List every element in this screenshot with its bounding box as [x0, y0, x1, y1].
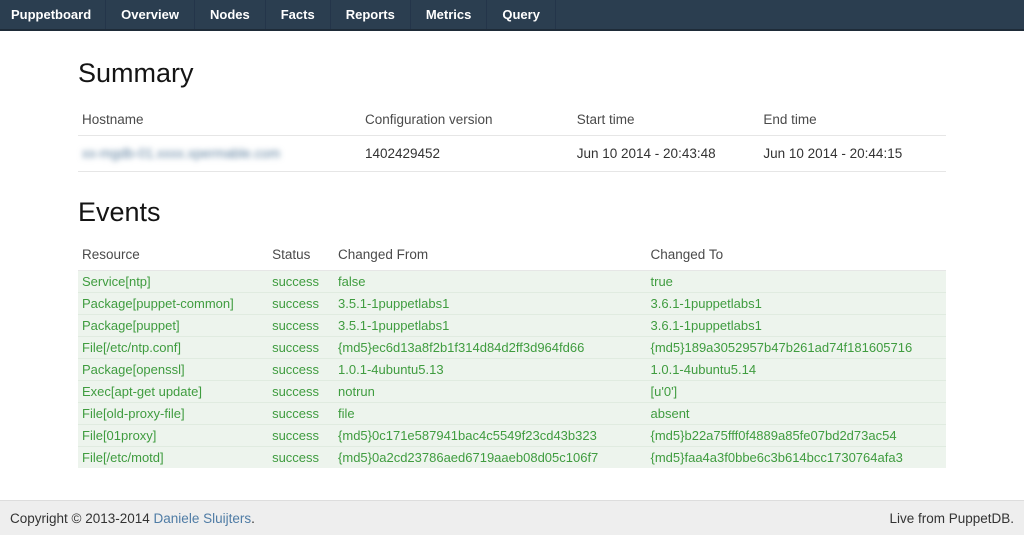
summary-col-hostname: Hostname	[78, 105, 361, 136]
event-resource: Exec[apt-get update]	[78, 381, 268, 403]
top-navbar: Puppetboard Overview Nodes Facts Reports…	[0, 0, 1024, 31]
configuration-version-value: 1402429452	[361, 136, 573, 172]
event-resource: File[/etc/motd]	[78, 447, 268, 469]
event-changed-to: {md5}faa4a3f0bbe6c3b614bcc1730764afa3	[647, 447, 946, 469]
event-changed-to: 3.6.1-1puppetlabs1	[647, 293, 946, 315]
event-status: success	[268, 315, 334, 337]
event-status: success	[268, 381, 334, 403]
summary-col-configuration-version: Configuration version	[361, 105, 573, 136]
footer: Copyright © 2013-2014 Daniele Sluijters.…	[0, 500, 1024, 535]
event-changed-from: 3.5.1-1puppetlabs1	[334, 293, 646, 315]
event-resource: Service[ntp]	[78, 271, 268, 293]
event-row: File[old-proxy-file] success file absent	[78, 403, 946, 425]
event-row: Package[puppet] success 3.5.1-1puppetlab…	[78, 315, 946, 337]
event-status: success	[268, 271, 334, 293]
event-resource: File[/etc/ntp.conf]	[78, 337, 268, 359]
event-status: success	[268, 337, 334, 359]
event-changed-to: absent	[647, 403, 946, 425]
nav-brand-puppetboard[interactable]: Puppetboard	[0, 0, 106, 29]
event-changed-to: [u'0']	[647, 381, 946, 403]
event-changed-to: 3.6.1-1puppetlabs1	[647, 315, 946, 337]
event-changed-from: {md5}0a2cd23786aed6719aaeb08d05c106f7	[334, 447, 646, 469]
events-col-changed-to: Changed To	[647, 240, 946, 271]
event-changed-to: {md5}189a3052957b47b261ad74f181605716	[647, 337, 946, 359]
event-changed-from: notrun	[334, 381, 646, 403]
event-resource: File[old-proxy-file]	[78, 403, 268, 425]
event-row: Package[openssl] success 1.0.1-4ubuntu5.…	[78, 359, 946, 381]
nav-item-facts[interactable]: Facts	[266, 0, 331, 29]
main-content: Summary Hostname Configuration version S…	[78, 58, 946, 468]
event-resource: Package[puppet]	[78, 315, 268, 337]
nav-item-overview[interactable]: Overview	[106, 0, 195, 29]
end-time-value: Jun 10 2014 - 20:44:15	[759, 136, 946, 172]
event-row: File[/etc/ntp.conf] success {md5}ec6d13a…	[78, 337, 946, 359]
summary-col-start-time: Start time	[573, 105, 760, 136]
live-from-puppetdb-text: Live from PuppetDB.	[889, 511, 1014, 526]
nav-item-nodes[interactable]: Nodes	[195, 0, 266, 29]
events-col-resource: Resource	[78, 240, 268, 271]
event-resource: Package[puppet-common]	[78, 293, 268, 315]
event-status: success	[268, 293, 334, 315]
event-row: Service[ntp] success false true	[78, 271, 946, 293]
event-changed-from: file	[334, 403, 646, 425]
events-heading: Events	[78, 197, 946, 228]
nav-item-reports[interactable]: Reports	[331, 0, 411, 29]
events-col-status: Status	[268, 240, 334, 271]
event-changed-from: 1.0.1-4ubuntu5.13	[334, 359, 646, 381]
event-row: Exec[apt-get update] success notrun [u'0…	[78, 381, 946, 403]
nav-item-metrics[interactable]: Metrics	[411, 0, 488, 29]
event-changed-from: {md5}0c171e587941bac4c5549f23cd43b323	[334, 425, 646, 447]
event-changed-from: {md5}ec6d13a8f2b1f314d84d2ff3d964fd66	[334, 337, 646, 359]
event-status: success	[268, 425, 334, 447]
events-col-changed-from: Changed From	[334, 240, 646, 271]
event-resource: File[01proxy]	[78, 425, 268, 447]
event-row: File[/etc/motd] success {md5}0a2cd23786a…	[78, 447, 946, 469]
start-time-value: Jun 10 2014 - 20:43:48	[573, 136, 760, 172]
event-status: success	[268, 447, 334, 469]
event-changed-to: true	[647, 271, 946, 293]
copyright-prefix: Copyright © 2013-2014	[10, 511, 154, 526]
nav-item-query[interactable]: Query	[487, 0, 556, 29]
copyright-suffix: .	[251, 511, 255, 526]
summary-heading: Summary	[78, 58, 946, 89]
summary-table: Hostname Configuration version Start tim…	[78, 105, 946, 172]
hostname-link[interactable]: xx-mgdb-01.xxxx.xpermable.com	[82, 146, 280, 161]
event-resource: Package[openssl]	[78, 359, 268, 381]
event-changed-from: false	[334, 271, 646, 293]
event-changed-to: {md5}b22a75fff0f4889a85fe07bd2d73ac54	[647, 425, 946, 447]
event-status: success	[268, 359, 334, 381]
event-changed-to: 1.0.1-4ubuntu5.14	[647, 359, 946, 381]
author-link[interactable]: Daniele Sluijters	[154, 511, 252, 526]
summary-row: xx-mgdb-01.xxxx.xpermable.com 1402429452…	[78, 136, 946, 172]
copyright-text: Copyright © 2013-2014 Daniele Sluijters.	[10, 511, 255, 526]
events-table: Resource Status Changed From Changed To …	[78, 240, 946, 468]
summary-col-end-time: End time	[759, 105, 946, 136]
event-changed-from: 3.5.1-1puppetlabs1	[334, 315, 646, 337]
event-row: File[01proxy] success {md5}0c171e587941b…	[78, 425, 946, 447]
event-row: Package[puppet-common] success 3.5.1-1pu…	[78, 293, 946, 315]
event-status: success	[268, 403, 334, 425]
